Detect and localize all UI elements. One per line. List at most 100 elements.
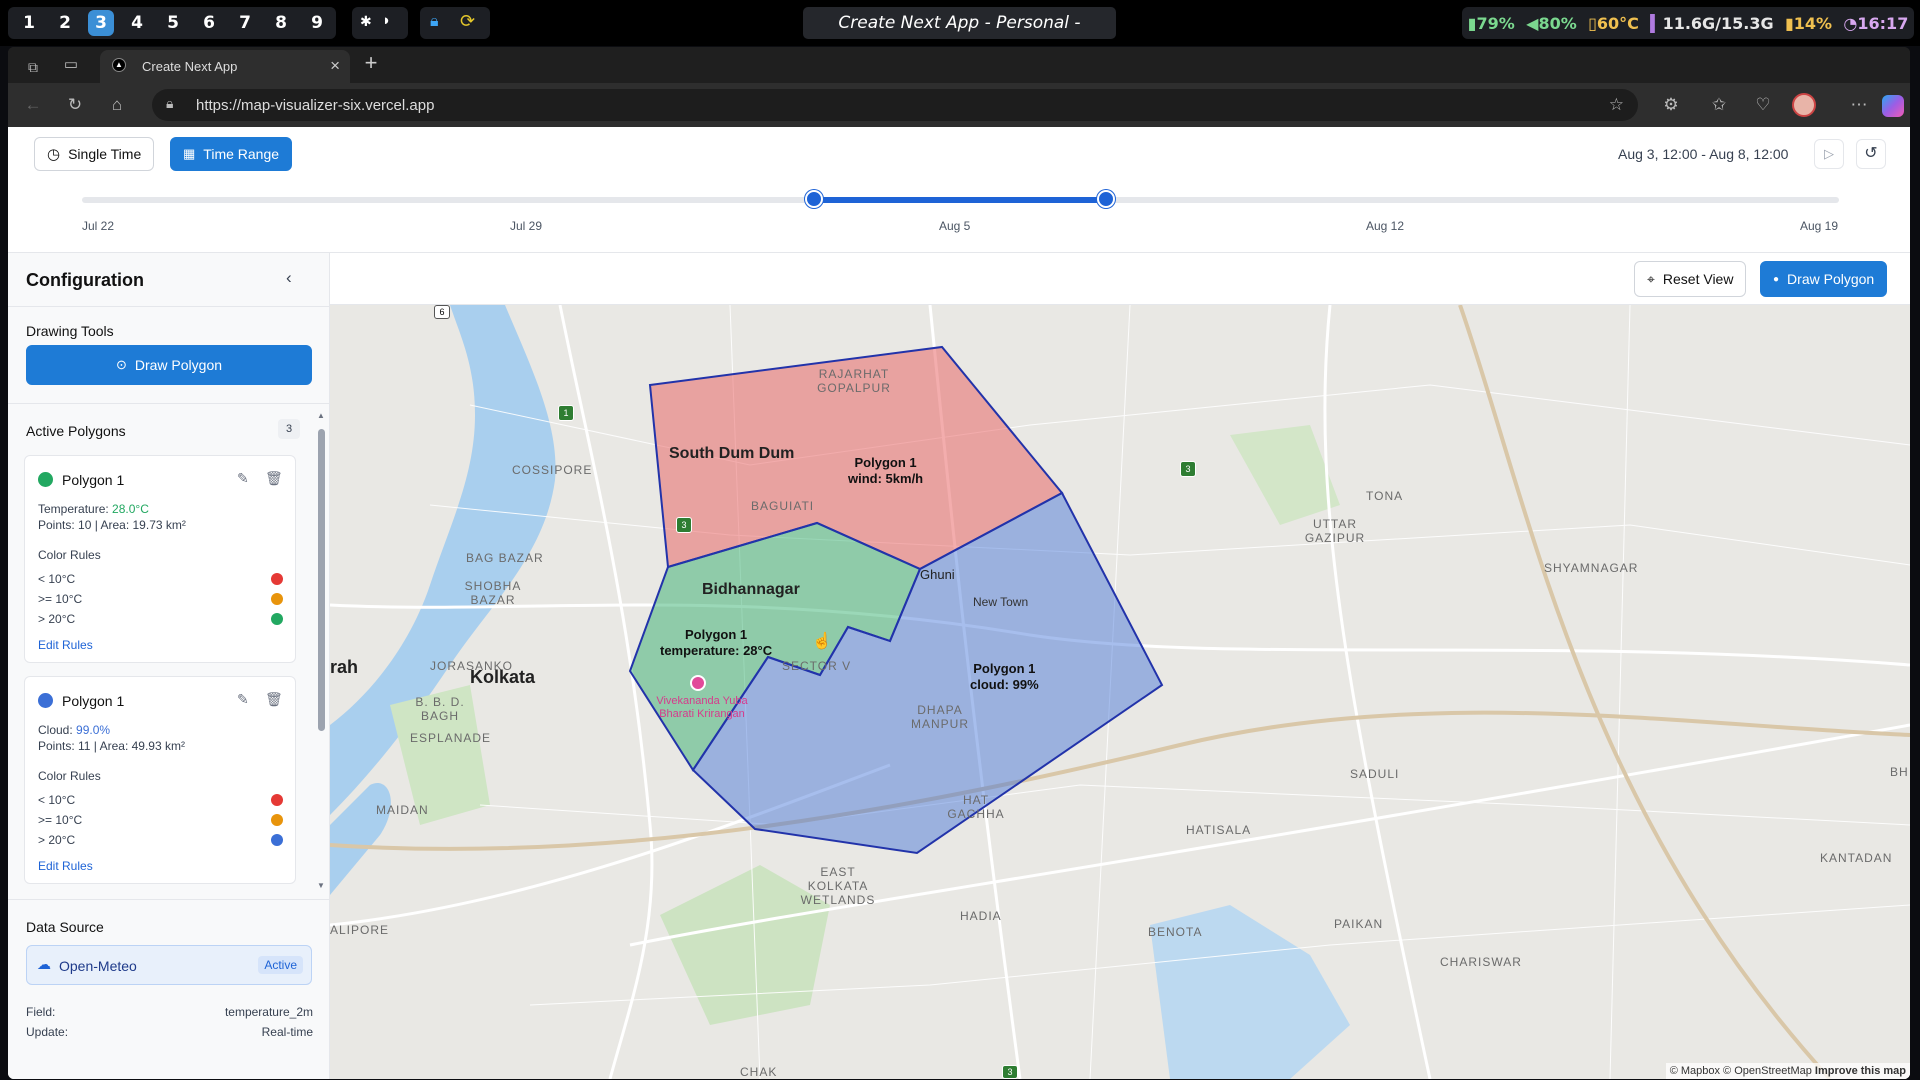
memory-icon: ▍ bbox=[1650, 13, 1663, 33]
os-top-bar: 1 2 3 4 5 6 7 8 9 ✱ ◗ 🔒︎ ⟳ Create Next A… bbox=[0, 0, 1920, 65]
workspace-6[interactable]: 6 bbox=[196, 10, 222, 36]
place-label: New Town bbox=[973, 595, 1029, 609]
browser-window: ⧉ ▭ ▲ Create Next App × + ← ↻ ⌂ 🔒︎ https… bbox=[8, 47, 1910, 1079]
stadium-marker-icon[interactable] bbox=[690, 675, 706, 691]
road-shield: 6 bbox=[434, 305, 450, 319]
polygon-name: Polygon 1 bbox=[62, 472, 125, 488]
favorite-star-icon[interactable]: ☆ bbox=[1609, 95, 1624, 115]
workspace-4[interactable]: 4 bbox=[124, 10, 150, 36]
home-icon[interactable]: ⌂ bbox=[106, 95, 128, 115]
sync-icon[interactable]: ⟳ bbox=[460, 11, 475, 32]
place-label: SHOBHA BAZAR bbox=[464, 579, 522, 607]
clock-stat: ◔16:17 bbox=[1843, 14, 1908, 33]
favorites-icon[interactable]: ✩ bbox=[1708, 95, 1730, 115]
edit-rules-link[interactable]: Edit Rules bbox=[38, 638, 93, 652]
sidebar-draw-polygon-button[interactable]: ⊙ Draw Polygon bbox=[26, 345, 312, 385]
polygon-meta: Points: 11 | Area: 49.93 km² bbox=[38, 739, 185, 753]
workspace-5[interactable]: 5 bbox=[160, 10, 186, 36]
bluetooth-icon[interactable]: ✱ bbox=[360, 13, 372, 30]
metric-value: 28.0°C bbox=[112, 502, 149, 516]
site-info-icon[interactable]: 🔒︎ bbox=[166, 95, 173, 112]
time-range-button[interactable]: ▦ Time Range bbox=[170, 137, 293, 171]
time-slider-end-handle[interactable] bbox=[1097, 190, 1115, 208]
single-time-button[interactable]: ◷ Single Time bbox=[34, 137, 155, 171]
cpu-value: 14% bbox=[1793, 13, 1833, 33]
polygon-label-value: wind: 5km/h bbox=[848, 471, 924, 486]
polygon-label-value: temperature: 28°C bbox=[660, 643, 773, 658]
data-source-name: Open-Meteo bbox=[59, 958, 137, 974]
clock-icon: ◔ bbox=[1843, 13, 1858, 33]
nextjs-favicon-icon: ▲ bbox=[112, 58, 126, 72]
more-menu-icon[interactable]: ⋯ bbox=[1848, 95, 1870, 115]
tray-left: ✱ ◗ bbox=[352, 7, 408, 39]
map-canvas[interactable]: 6 1 3 3 3 RAJARHAT GOPALPUR South Dum Du… bbox=[330, 305, 1910, 1079]
workspace-1[interactable]: 1 bbox=[16, 10, 42, 36]
new-tab-icon[interactable]: + bbox=[360, 52, 382, 74]
copilot-icon[interactable] bbox=[1882, 95, 1904, 117]
close-tab-icon[interactable]: × bbox=[330, 56, 340, 76]
place-label: BENOTA bbox=[1148, 925, 1203, 939]
browser-essentials-icon[interactable]: ♡ bbox=[1752, 95, 1774, 115]
workspace-9[interactable]: 9 bbox=[304, 10, 330, 36]
single-time-label: Single Time bbox=[68, 146, 142, 162]
polygon-list-scrollbar[interactable]: ▲ ▼ bbox=[316, 411, 326, 895]
profile-avatar[interactable] bbox=[1792, 93, 1816, 117]
improve-map-link[interactable]: Improve this map bbox=[1815, 1065, 1906, 1077]
time-slider-start-handle[interactable] bbox=[805, 190, 823, 208]
workspace-7[interactable]: 7 bbox=[232, 10, 258, 36]
road-shield: 3 bbox=[1180, 461, 1196, 477]
edit-polygon-icon[interactable]: ✎ bbox=[237, 691, 249, 708]
metric-label: Cloud: bbox=[38, 723, 73, 737]
polygon-label-name: Polygon 1 bbox=[854, 455, 917, 470]
draw-polygon-label: Draw Polygon bbox=[134, 357, 223, 373]
data-source-card[interactable]: ☁ Open-Meteo Active bbox=[26, 945, 312, 985]
color-rule-dot bbox=[271, 814, 283, 826]
scroll-down-icon[interactable]: ▼ bbox=[317, 881, 325, 890]
polygon-color-dot bbox=[38, 472, 53, 487]
refresh-icon[interactable]: ↻ bbox=[64, 95, 86, 115]
back-icon[interactable]: ← bbox=[22, 95, 44, 115]
place-label: HATISALA bbox=[1186, 823, 1252, 837]
address-bar: ← ↻ ⌂ 🔒︎ https://map-visualizer-six.verc… bbox=[8, 83, 1910, 127]
color-rule-label: > 20°C bbox=[38, 612, 76, 626]
color-rule-dot bbox=[271, 834, 283, 846]
wifi-icon[interactable]: ◗ bbox=[382, 12, 391, 29]
lock-icon[interactable]: 🔒︎ bbox=[430, 13, 439, 31]
map-toolbar: ⌖ Reset View ● Draw Polygon bbox=[330, 253, 1910, 305]
reset-view-button[interactable]: ⌖ Reset View bbox=[1634, 261, 1747, 297]
calendar-icon: ▦ bbox=[183, 146, 196, 161]
url-field[interactable]: 🔒︎ https://map-visualizer-six.vercel.app… bbox=[152, 89, 1638, 121]
collapse-sidebar-icon[interactable]: ‹ bbox=[286, 268, 292, 288]
reset-view-label: Reset View bbox=[1662, 271, 1734, 287]
workspaces-icon[interactable]: ⧉ bbox=[22, 57, 44, 77]
scroll-up-icon[interactable]: ▲ bbox=[317, 411, 325, 420]
attribution-text[interactable]: © Mapbox © OpenStreetMap bbox=[1670, 1065, 1812, 1077]
workspace-8[interactable]: 8 bbox=[268, 10, 294, 36]
divider bbox=[8, 899, 329, 900]
extensions-icon[interactable]: ⚙ bbox=[1660, 95, 1682, 115]
workspace-3[interactable]: 3 bbox=[88, 10, 114, 36]
reset-time-button[interactable]: ↺ bbox=[1856, 139, 1886, 169]
battery-stat: ▮79% bbox=[1468, 14, 1515, 33]
color-rule-dot bbox=[271, 593, 283, 605]
place-label: Bidhannagar bbox=[702, 581, 800, 598]
delete-polygon-icon[interactable]: 🗑︎ bbox=[265, 691, 283, 708]
polygon-metric: Temperature: 28.0°C bbox=[38, 502, 149, 516]
clock-icon: ◷ bbox=[47, 146, 61, 163]
map-pin-icon: ⊙ bbox=[115, 357, 127, 372]
play-button[interactable]: ▷ bbox=[1814, 139, 1844, 169]
edit-rules-link[interactable]: Edit Rules bbox=[38, 859, 93, 873]
workspace-2[interactable]: 2 bbox=[52, 10, 78, 36]
tab-actions-icon[interactable]: ▭ bbox=[60, 55, 82, 75]
tab-create-next-app[interactable]: ▲ Create Next App × bbox=[100, 50, 350, 83]
delete-polygon-icon[interactable]: 🗑︎ bbox=[265, 470, 283, 487]
field-value: temperature_2m bbox=[224, 1005, 313, 1019]
window-title: Create Next App - Personal - Microsoft E… bbox=[803, 7, 1116, 65]
map-basemap bbox=[330, 305, 1910, 1079]
map-draw-polygon-button[interactable]: ● Draw Polygon bbox=[1760, 261, 1888, 297]
place-label: CHAK bbox=[740, 1065, 778, 1079]
cloud-icon: ☁ bbox=[37, 956, 51, 972]
edit-polygon-icon[interactable]: ✎ bbox=[237, 470, 249, 487]
scrollbar-thumb[interactable] bbox=[318, 429, 325, 731]
update-label: Update: bbox=[26, 1025, 69, 1039]
